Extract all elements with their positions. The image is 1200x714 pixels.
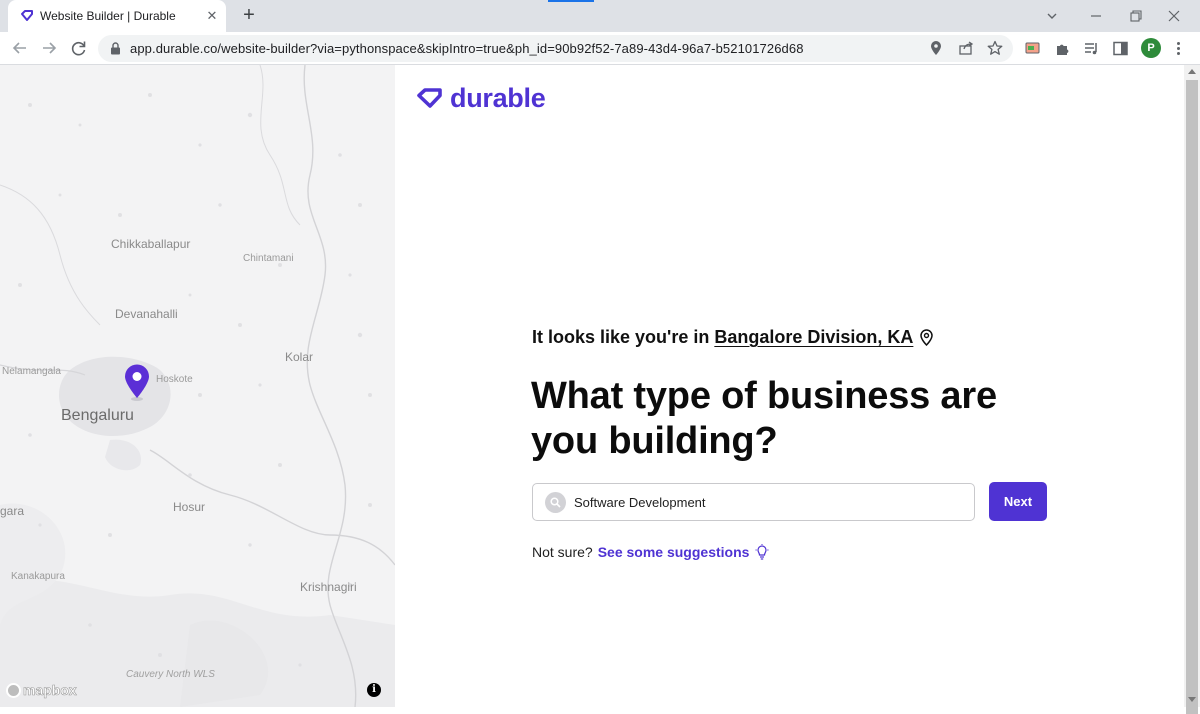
map-label-bengaluru: Bengaluru xyxy=(61,407,134,424)
reload-icon[interactable] xyxy=(68,37,90,59)
map-label-hoskote: Hoskote xyxy=(156,374,193,385)
durable-logo[interactable]: durable xyxy=(416,82,546,113)
map-pin-icon xyxy=(125,364,149,401)
kebab-menu-icon[interactable] xyxy=(1170,40,1187,57)
location-link[interactable]: Bangalore Division, KA xyxy=(714,327,913,348)
map-label-hosur: Hosur xyxy=(173,500,206,514)
forward-arrow-icon[interactable] xyxy=(38,37,60,59)
map-label-krishnagiri: Krishnagiri xyxy=(300,580,357,594)
url-text: app.durable.co/website-builder?via=pytho… xyxy=(130,41,804,56)
scroll-up-arrow-icon[interactable] xyxy=(1188,69,1196,74)
minimize-icon[interactable] xyxy=(1086,6,1106,26)
mapbox-mark-icon xyxy=(6,682,21,698)
close-tab-icon[interactable]: ✕ xyxy=(204,8,220,24)
lightbulb-icon[interactable] xyxy=(755,544,769,560)
business-type-input[interactable]: Software Development xyxy=(532,483,975,521)
map-info-icon[interactable]: i xyxy=(367,683,381,697)
back-arrow-icon[interactable] xyxy=(9,37,31,59)
map-label-kolar: Kolar xyxy=(285,350,314,364)
location-prefix: It looks like you're in xyxy=(532,327,710,347)
extensions-icon[interactable] xyxy=(1054,40,1071,57)
page-scrollbar[interactable] xyxy=(1184,65,1200,714)
address-bar[interactable]: app.durable.co/website-builder?via=pytho… xyxy=(98,35,1013,62)
page-headline: What type of business are you building? xyxy=(531,375,997,462)
location-map[interactable]: Chikkaballapur Chintamani Devanahalli Ko… xyxy=(0,65,395,707)
new-tab-button[interactable]: + xyxy=(238,4,260,26)
browser-tab-active[interactable]: Website Builder | Durable ✕ xyxy=(8,0,226,32)
side-panel-icon[interactable] xyxy=(1112,40,1129,57)
screen-cast-icon[interactable] xyxy=(1024,40,1041,57)
scroll-down-arrow-icon[interactable] xyxy=(1188,697,1196,702)
tab-search-icon[interactable] xyxy=(1042,6,1062,26)
business-type-value[interactable]: Software Development xyxy=(574,495,706,510)
tab-title: Website Builder | Durable xyxy=(40,9,176,23)
map-label-devanahalli: Devanahalli xyxy=(115,307,178,321)
browser-toolbar: app.durable.co/website-builder?via=pytho… xyxy=(0,32,1200,65)
map-background xyxy=(0,65,395,707)
profile-avatar[interactable]: P xyxy=(1141,38,1161,58)
media-control-icon[interactable] xyxy=(1083,40,1100,57)
mapbox-wordmark: mapbox xyxy=(23,682,77,699)
see-suggestions-link[interactable]: See some suggestions xyxy=(598,544,750,560)
scrollbar-thumb[interactable] xyxy=(1186,80,1198,714)
map-label-kanakapura: Kanakapura xyxy=(11,571,65,582)
browser-tab-strip: Website Builder | Durable ✕ + xyxy=(0,0,1200,32)
map-label-chikkaballapur: Chikkaballapur xyxy=(111,237,191,251)
restore-icon[interactable] xyxy=(1126,6,1146,26)
map-label-chintamani: Chintamani xyxy=(243,253,294,264)
durable-favicon-icon xyxy=(21,10,33,21)
suggestions-row: Not sure? See some suggestions xyxy=(532,544,769,560)
share-icon[interactable] xyxy=(958,40,974,56)
brand-name: durable xyxy=(450,82,546,113)
location-icon[interactable] xyxy=(928,40,944,56)
lock-icon[interactable] xyxy=(110,42,121,55)
not-sure-text: Not sure? xyxy=(532,544,593,560)
next-button[interactable]: Next xyxy=(989,482,1047,521)
detected-location: It looks like you're in Bangalore Divisi… xyxy=(532,327,934,348)
search-icon xyxy=(545,492,566,513)
map-label-gara: gara xyxy=(0,504,25,518)
location-pin-icon[interactable] xyxy=(919,329,934,346)
map-label-nelamangala: Nelamangala xyxy=(2,366,61,377)
bookmark-star-icon[interactable] xyxy=(987,40,1003,56)
tab-strip-accent xyxy=(548,0,594,2)
close-window-icon[interactable] xyxy=(1164,6,1184,26)
durable-logo-mark-icon xyxy=(417,88,442,108)
map-label-cauvery: Cauvery North WLS xyxy=(126,669,215,680)
mapbox-logo[interactable]: mapbox xyxy=(6,681,77,699)
